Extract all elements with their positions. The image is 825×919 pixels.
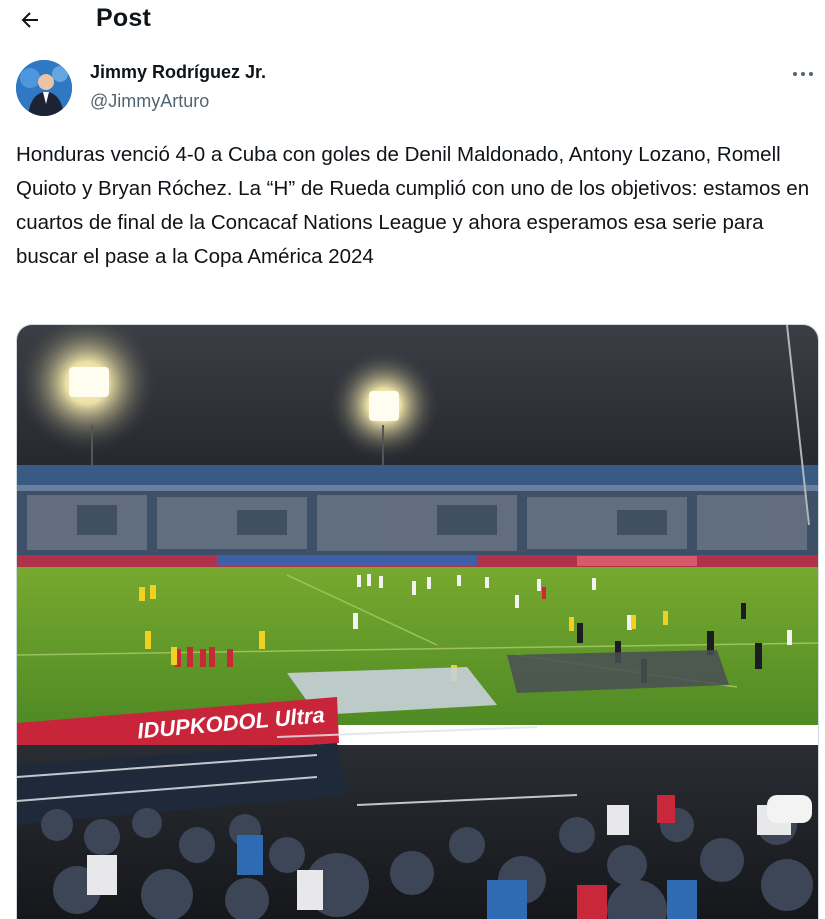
more-options-icon [793, 72, 813, 76]
top-bar: Post [0, 0, 825, 40]
back-button[interactable] [14, 5, 46, 35]
author-name[interactable]: Jimmy Rodríguez Jr. [90, 62, 266, 83]
author-handle[interactable]: @JimmyArturo [90, 91, 209, 112]
avatar-image [16, 60, 72, 116]
post-image[interactable]: IDUPKODOL Ultra [16, 324, 819, 919]
more-options-button[interactable] [786, 60, 820, 88]
avatar[interactable] [16, 60, 72, 116]
page-title: Post [96, 4, 151, 32]
stadium-photo: IDUPKODOL Ultra [17, 325, 818, 919]
post-text: Honduras venció 4-0 a Cuba con goles de … [16, 143, 810, 268]
arrow-left-icon [21, 12, 38, 28]
